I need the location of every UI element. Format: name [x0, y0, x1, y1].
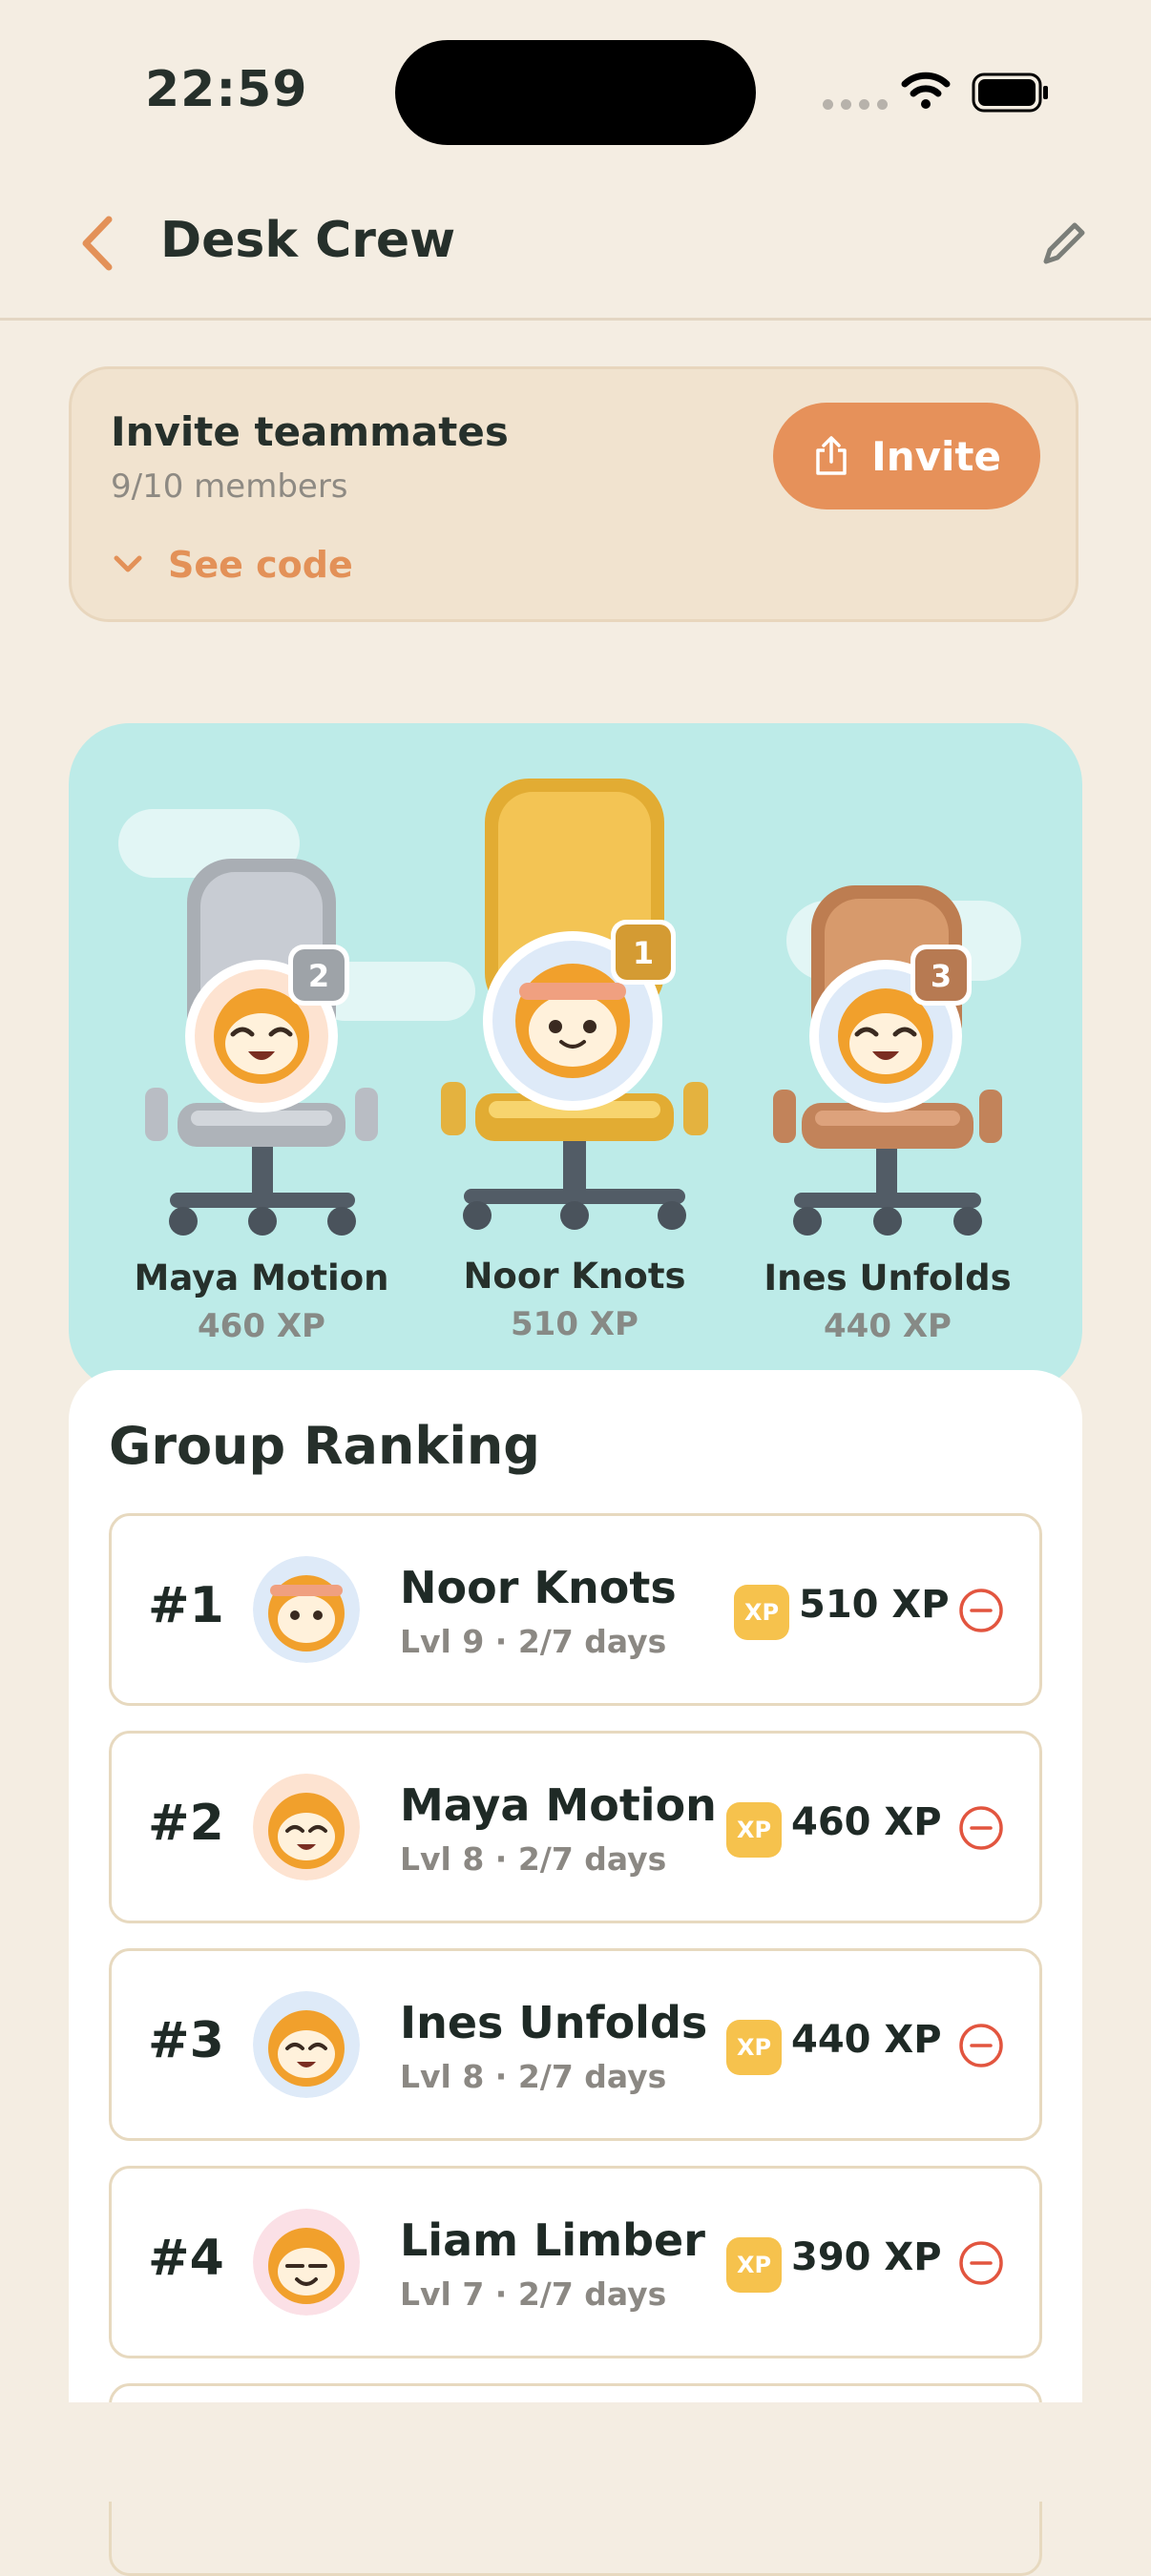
member-level: Lvl 8 · 2/7 days: [400, 1840, 667, 1878]
bottom-fade: [69, 2402, 1082, 2502]
xp-badge-icon: XP: [734, 1585, 789, 1640]
member-level: Lvl 7 · 2/7 days: [400, 2275, 667, 2313]
ranking-row[interactable]: #1 Noor Knots Lvl 9 · 2/7 days XP 510 XP: [109, 1513, 1042, 1706]
xp-badge-icon: XP: [726, 2020, 782, 2075]
member-level: Lvl 9 · 2/7 days: [400, 1623, 667, 1660]
rank-number: #2: [148, 1795, 224, 1852]
dynamic-island: [395, 40, 756, 145]
remove-member-icon[interactable]: [957, 1804, 1005, 1852]
place-badge-2-label: 2: [307, 958, 330, 994]
avatar: [253, 2209, 360, 2316]
remove-member-icon[interactable]: [957, 1587, 1005, 1634]
nav-divider: [0, 318, 1151, 321]
podium-xp-3: 440 XP: [824, 1307, 952, 1345]
see-code-label: See code: [168, 544, 353, 586]
ranking-row[interactable]: #2 Maya Motion Lvl 8 · 2/7 days XP 460 X…: [109, 1731, 1042, 1923]
rank-number: #3: [148, 2012, 224, 2069]
member-xp: 390 XP: [791, 2235, 942, 2279]
ranking-row[interactable]: #3 Ines Unfolds Lvl 8 · 2/7 days XP 440 …: [109, 1948, 1042, 2141]
wifi-icon: [901, 72, 951, 109]
battery-icon: [972, 73, 1048, 113]
member-level: Lvl 8 · 2/7 days: [400, 2058, 667, 2095]
member-name: Noor Knots: [400, 1562, 677, 1613]
avatar: [253, 1556, 360, 1663]
podium-xp-2: 460 XP: [198, 1307, 325, 1345]
place-badge-3-label: 3: [930, 958, 952, 994]
signal-icon: [823, 99, 888, 110]
member-xp: 510 XP: [799, 1583, 950, 1627]
avatar: [253, 1774, 360, 1880]
invite-button[interactable]: Invite: [773, 403, 1040, 509]
place-badge-1-label: 1: [632, 935, 655, 971]
member-name: Maya Motion: [400, 1779, 717, 1831]
page-title: Desk Crew: [160, 212, 456, 269]
xp-badge-icon: XP: [726, 1802, 782, 1858]
remove-member-icon[interactable]: [957, 2239, 1005, 2287]
group-ranking-title: Group Ranking: [109, 1416, 540, 1476]
podium-name-2: Maya Motion: [134, 1257, 389, 1298]
see-code-toggle[interactable]: See code: [113, 544, 353, 586]
invite-title: Invite teammates: [111, 408, 509, 455]
member-xp: 460 XP: [791, 1800, 942, 1844]
member-xp: 440 XP: [791, 2018, 942, 2062]
podium-xp-1: 510 XP: [511, 1305, 638, 1343]
member-count: 9/10 members: [111, 467, 348, 506]
chevron-down-icon: [114, 555, 142, 572]
ranking-row[interactable]: #4 Liam Limber Lvl 7 · 2/7 days XP 390 X…: [109, 2166, 1042, 2358]
podium-name-1: Noor Knots: [463, 1256, 686, 1297]
member-name: Liam Limber: [400, 2214, 705, 2266]
share-icon: [816, 436, 847, 475]
avatar: [253, 1991, 360, 2098]
invite-button-label: Invite: [871, 432, 1001, 480]
edit-pencil-icon[interactable]: [1036, 216, 1092, 271]
xp-badge-icon: XP: [726, 2237, 782, 2293]
podium-name-3: Ines Unfolds: [764, 1257, 1012, 1298]
rank-number: #1: [148, 1577, 224, 1634]
remove-member-icon[interactable]: [957, 2022, 1005, 2069]
rank-number: #4: [148, 2230, 224, 2287]
back-chevron-icon[interactable]: [73, 212, 124, 275]
member-name: Ines Unfolds: [400, 1997, 708, 2048]
status-time: 22:59: [145, 61, 308, 118]
